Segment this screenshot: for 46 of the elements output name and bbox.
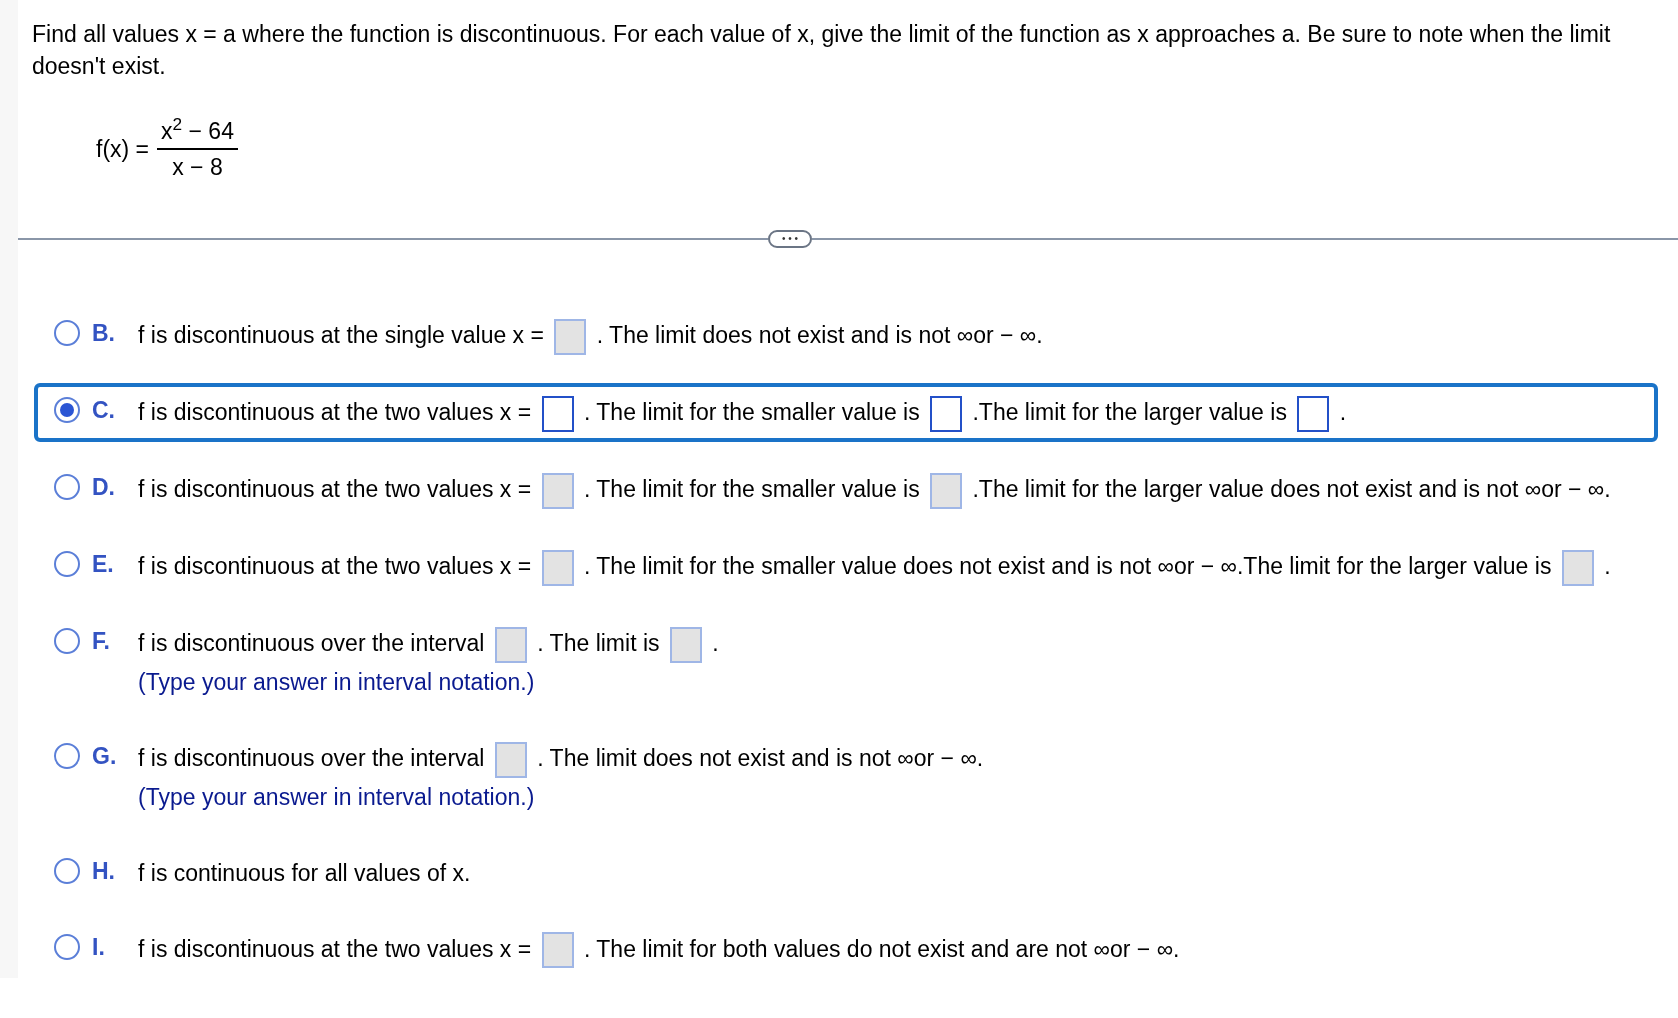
option-text: f is discontinuous at the two values x = [138,935,532,962]
answer-box[interactable] [930,395,963,432]
function-name: f(x) = [96,134,150,164]
option-text: f is discontinuous at the two values x = [138,552,532,579]
option-text: . The limit is [537,629,660,656]
option-letter: C. [92,395,116,425]
option-text: . [1339,398,1347,425]
radio-button[interactable] [54,320,80,346]
numerator: x$^{2}$ − 64 [157,118,238,150]
option-text: . [1604,552,1611,579]
option-text: . The limit for both values do not exist and are not ∞or − ∞. [583,935,1180,962]
radio-button[interactable] [54,933,80,960]
option-text: . [712,629,719,656]
hint-text: (Type your answer in interval notation.) [138,667,536,697]
option-text: .The limit for the larger value does not exist and is not ∞or − ∞. [972,475,1611,502]
option-letter: B. [92,319,116,348]
radio-button[interactable] [54,857,80,884]
option-letter: D. [92,472,116,502]
answer-box[interactable] [1297,395,1330,432]
option-letter: G. [92,741,118,771]
option-text: .The limit for the larger value is [972,398,1287,425]
option-text: . The limit for the smaller value does not exist and is not ∞or − ∞.The limit for the larger value is [583,552,1552,579]
option-text: . The limit for the smaller value is [583,475,920,502]
option-text: f is discontinuous at the two values x = [138,398,532,425]
question-text: Find all values x = a where the function is discontinuous. For each value of x, give the limit of the function as x approaches a. Be sure to note when the limit doesn't exist. [32,20,1612,81]
option-text: f is discontinuous over the interval [138,744,485,771]
option-text: f is discontinuous at the single value x = [138,322,544,348]
option-letter: E. [92,549,115,579]
expand-button[interactable]: • • • [768,230,813,248]
option-letter: F. [92,626,111,656]
radio-button[interactable] [54,550,80,577]
option-text: f is discontinuous over the interval [138,629,485,656]
option-text: f is discontinuous at the two values x = [138,475,532,502]
option-text: . The limit does not exist and is not ∞or − ∞. [596,322,1043,348]
denominator: x − 8 [172,153,223,180]
answer-box[interactable] [541,395,574,432]
radio-button[interactable] [54,473,80,500]
hint-text: (Type your answer in interval notation.) [138,782,536,812]
option-text: . The limit for the smaller value is [583,398,920,425]
option-text: . The limit does not exist and is not ∞or − ∞. [537,744,984,771]
radio-button[interactable] [54,627,80,654]
radio-button[interactable] [54,742,80,769]
option-letter: I. [92,932,106,962]
option-letter: H. [92,856,116,886]
radio-button[interactable] [54,396,80,423]
option-text: f is continuous for all values of x. [138,859,471,886]
